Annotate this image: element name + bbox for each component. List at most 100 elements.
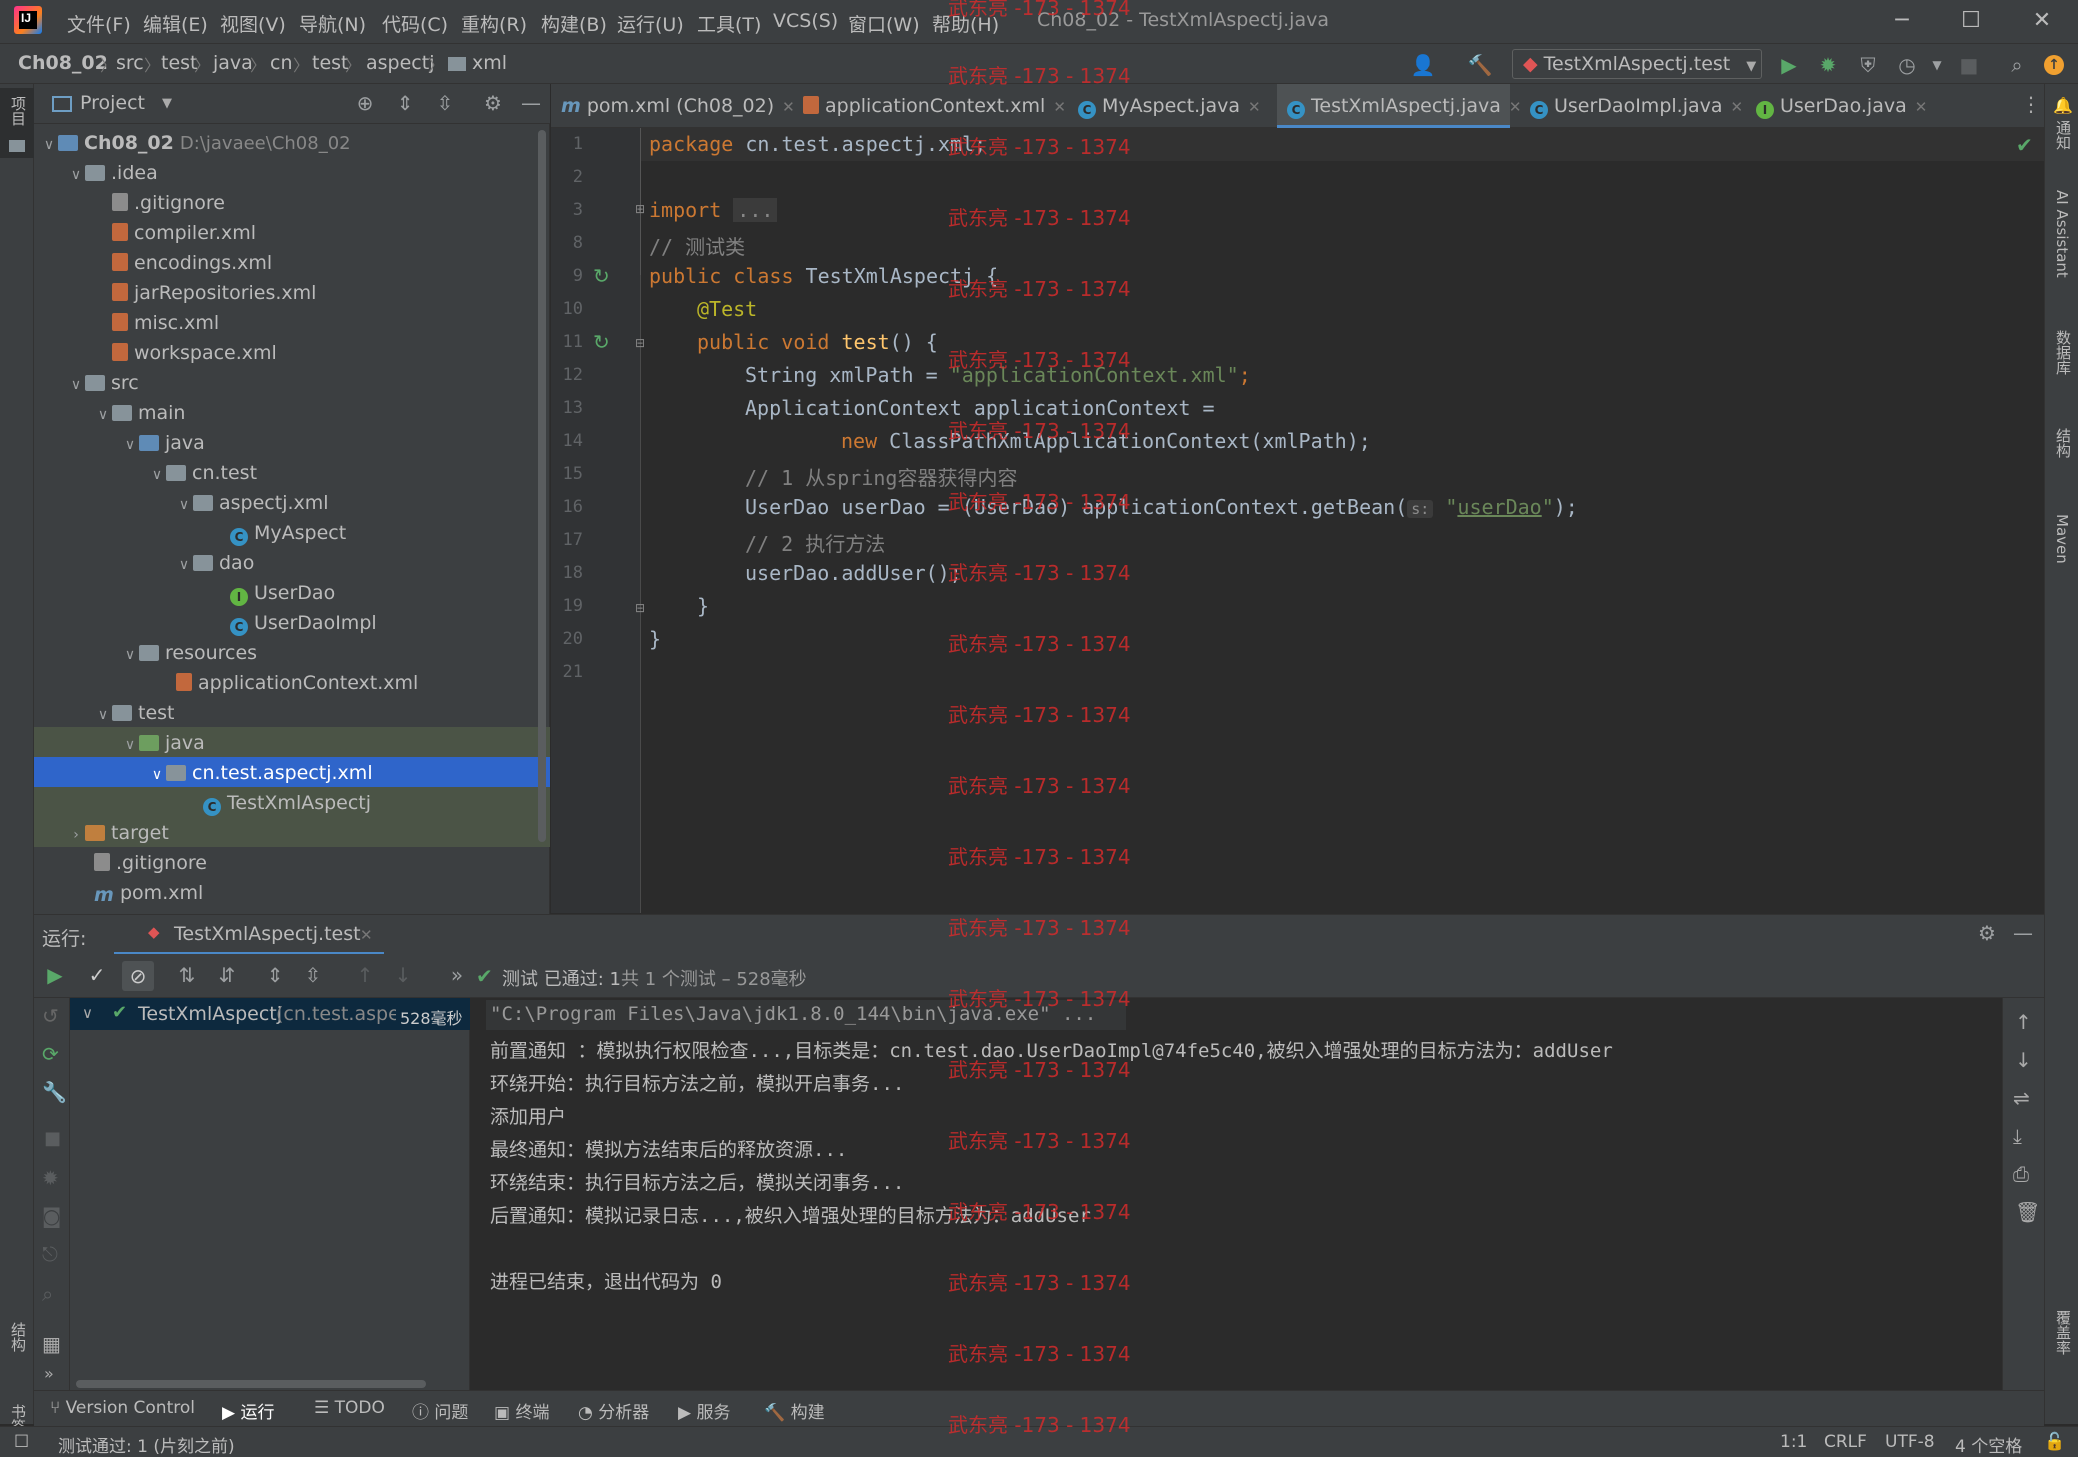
tree-item-folder[interactable]: ∨ test	[94, 698, 175, 728]
ai-assistant-stripe-label[interactable]: AI Assistant	[2053, 190, 2071, 278]
tool-profiler[interactable]: ◔ 分析器	[578, 1398, 649, 1423]
indent-setting[interactable]: 4 个空格	[1955, 1432, 2022, 1457]
run-gutter-icon[interactable]: ↻	[593, 264, 610, 288]
menu-refactor[interactable]: 重构(R)	[461, 10, 527, 37]
expand-all-icon[interactable]: ⇕	[262, 962, 288, 988]
breadcrumb-java[interactable]: java	[213, 52, 253, 74]
menu-run[interactable]: 运行(U)	[617, 10, 684, 37]
tree-item-file[interactable]: compiler.xml	[112, 218, 256, 248]
exit-icon[interactable]: ⎋	[42, 1242, 58, 1266]
expand-all-icon[interactable]: ⇕	[392, 90, 418, 116]
sort-duration-icon[interactable]: ⇵	[214, 962, 240, 988]
profile-icon[interactable]: ◷	[1894, 52, 1920, 78]
run-gutter-icon[interactable]: ↻	[593, 330, 610, 354]
menu-build[interactable]: 构建(B)	[541, 10, 607, 37]
collapse-all-icon[interactable]: ⇳	[432, 90, 458, 116]
show-ignored-icon[interactable]: ⊘	[122, 961, 154, 991]
dump-threads-icon[interactable]: ✹	[42, 1166, 59, 1190]
tool-version-control[interactable]: ⑂ Version Control	[50, 1398, 195, 1418]
locate-icon[interactable]: ⊕	[352, 90, 378, 116]
toggle-auto-test-icon[interactable]: ⟳	[42, 1042, 59, 1066]
tree-item-file[interactable]: .gitignore	[112, 188, 225, 218]
close-icon[interactable]: ✕	[360, 926, 373, 944]
chevron-down-icon[interactable]: ▼	[1924, 52, 1950, 78]
intellij-logo-icon[interactable]: IJ	[14, 6, 42, 34]
hide-icon[interactable]: —	[2010, 920, 2036, 946]
maven-stripe-label[interactable]: Maven	[2053, 514, 2071, 564]
menu-code[interactable]: 代码(C)	[382, 10, 448, 37]
breadcrumb-cn[interactable]: cn	[270, 52, 293, 74]
camera-icon[interactable]: ◙	[42, 1204, 61, 1228]
layout-icon[interactable]: ▦	[42, 1332, 61, 1356]
tree-item-folder[interactable]: ∨ main	[94, 398, 186, 428]
wrench-icon[interactable]: 🔧	[42, 1080, 67, 1104]
fold-icon[interactable]: ⊟	[635, 601, 645, 615]
menu-edit[interactable]: 编辑(E)	[143, 10, 208, 37]
rerun-failed-icon[interactable]: ↺	[42, 1004, 59, 1028]
collapse-all-icon[interactable]: ⇳	[300, 962, 326, 988]
tab-pom-xml[interactable]: m pom.xml (Ch08_02) ✕	[551, 84, 795, 128]
coverage-icon[interactable]: ⛨	[1855, 52, 1881, 78]
tree-item-folder[interactable]: ∨ java	[121, 428, 205, 458]
build-hammer-icon[interactable]: 🔨	[1467, 52, 1493, 78]
close-icon[interactable]: ✕	[2028, 8, 2056, 34]
minimize-icon[interactable]: ─	[1888, 8, 1916, 34]
coverage-stripe-label[interactable]: 覆盖率	[2053, 1310, 2074, 1355]
rerun-icon[interactable]: ▶	[42, 962, 68, 988]
gear-icon[interactable]: ⚙	[480, 90, 506, 116]
notifications-stripe-label[interactable]: 通知	[2053, 120, 2074, 150]
tree-item-file[interactable]: applicationContext.xml	[176, 668, 418, 698]
inspection-ok-icon[interactable]: ✔	[2016, 133, 2033, 157]
tree-item-folder[interactable]: ∨ resources	[121, 638, 257, 668]
tree-item-file[interactable]: .gitignore	[94, 848, 207, 878]
menu-help[interactable]: 帮助(H)	[932, 10, 999, 37]
tree-item-file[interactable]: encodings.xml	[112, 248, 272, 278]
hide-icon[interactable]: —	[518, 90, 544, 116]
tree-item-package-selected[interactable]: ∨ cn.test.aspectj.xml	[148, 758, 373, 788]
chevron-down-icon[interactable]: ▼	[162, 96, 172, 111]
menu-window[interactable]: 窗口(W)	[848, 10, 920, 37]
tree-item-interface[interactable]: I UserDao	[230, 578, 335, 608]
soft-wrap-icon[interactable]: ⇌	[2013, 1086, 2030, 1110]
more-tabs-icon[interactable]: ⋮	[2021, 92, 2041, 116]
run-icon[interactable]: ▶	[1776, 52, 1802, 78]
tool-run[interactable]: ▶ 运行	[222, 1398, 274, 1423]
menu-tools[interactable]: 工具(T)	[697, 10, 761, 37]
tool-services[interactable]: ▶ 服务	[678, 1398, 730, 1423]
search-icon[interactable]: ⌕	[42, 1282, 53, 1306]
tree-item-package[interactable]: ∨ cn.test	[148, 458, 257, 488]
update-icon[interactable]: ↑	[2044, 55, 2064, 75]
scrollbar[interactable]	[538, 130, 546, 842]
status-message[interactable]: 测试通过: 1 (片刻之前)	[58, 1432, 235, 1457]
database-stripe-label[interactable]: 数据库	[2053, 330, 2074, 375]
structure-stripe-label[interactable]: 结构	[8, 1322, 29, 1352]
tab-userdaoimpl-java[interactable]: C UserDaoImpl.java ✕	[1520, 84, 1746, 128]
fold-icon[interactable]: ⊞	[635, 202, 645, 216]
scrollbar[interactable]	[76, 1380, 426, 1388]
search-icon[interactable]: ⌕	[2004, 52, 2030, 78]
stop-icon[interactable]: ■	[44, 1128, 61, 1149]
status-window-icon[interactable]: ☐	[14, 1432, 29, 1452]
chevron-down-icon[interactable]: ∨	[82, 1004, 93, 1022]
tree-item-class[interactable]: C MyAspect	[230, 518, 346, 548]
run-tab[interactable]: ◆ TestXmlAspectj.test ✕	[114, 915, 384, 955]
tree-item-project-root[interactable]: ∨ Ch08_02 D:\javaee\Ch08_02	[40, 128, 351, 158]
tree-item-file[interactable]: workspace.xml	[112, 338, 277, 368]
tree-item-file[interactable]: misc.xml	[112, 308, 219, 338]
show-passed-icon[interactable]: ✓	[84, 962, 110, 988]
tree-item-file[interactable]: m pom.xml	[94, 878, 203, 908]
structure-right-stripe-label[interactable]: 结构	[2053, 428, 2074, 458]
file-encoding[interactable]: UTF-8	[1885, 1432, 1935, 1452]
stop-icon[interactable]: ■	[1956, 52, 1982, 78]
lock-icon[interactable]: 🔓	[2044, 1432, 2065, 1452]
breadcrumb-src[interactable]: src	[116, 52, 144, 74]
more-icon[interactable]: »	[44, 1364, 54, 1383]
tab-testxmlaspectj-java[interactable]: C TestXmlAspectj.java ✕	[1277, 84, 1521, 128]
tree-item-folder[interactable]: ∨ src	[67, 368, 139, 398]
maximize-icon[interactable]: ☐	[1957, 8, 1985, 34]
tab-myaspect-java[interactable]: C MyAspect.java ✕	[1068, 84, 1266, 128]
project-stripe-label[interactable]: 项目	[8, 96, 29, 126]
tree-item-class[interactable]: C UserDaoImpl	[230, 608, 377, 638]
breadcrumb-aspectj[interactable]: aspectj	[366, 52, 434, 74]
tree-item-folder[interactable]: ∨ java	[121, 728, 205, 758]
